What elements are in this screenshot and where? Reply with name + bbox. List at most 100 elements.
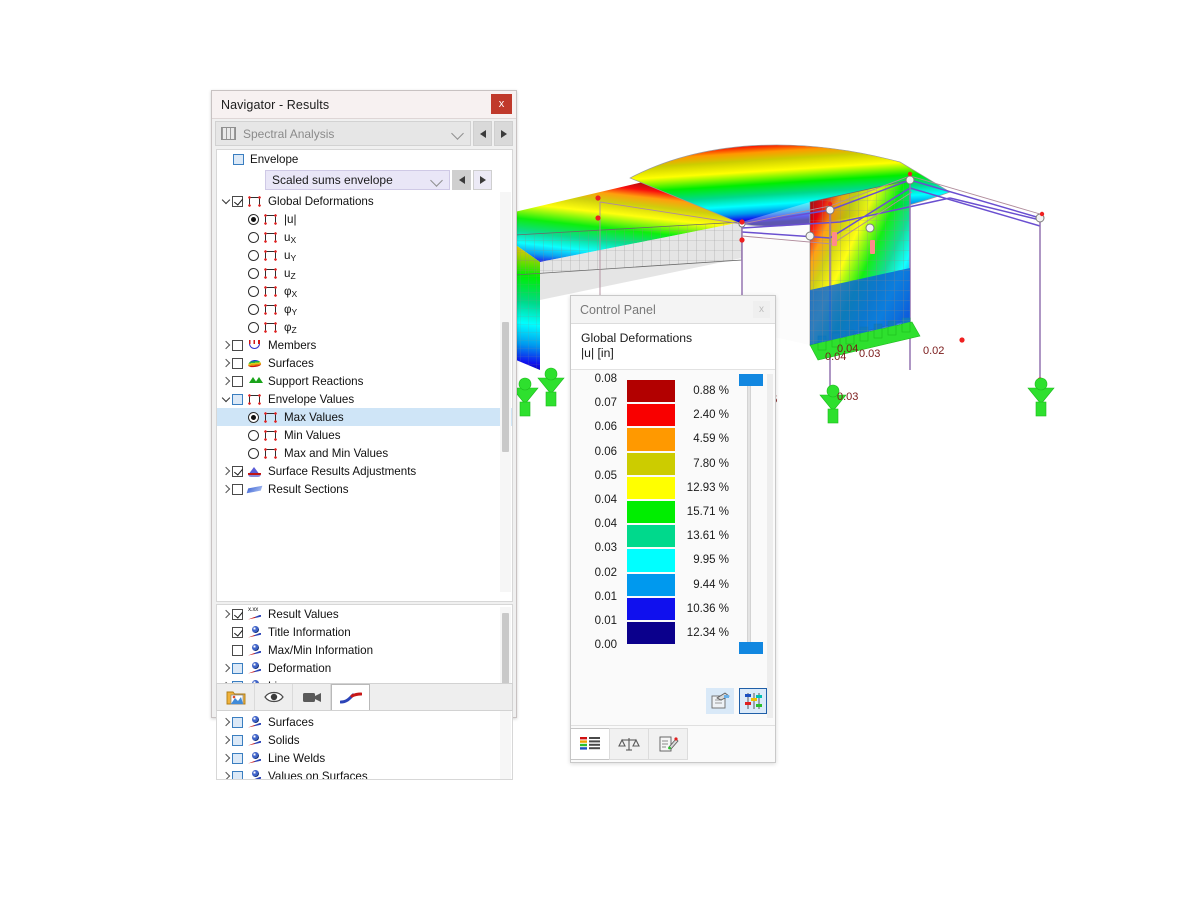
chevron-right-icon[interactable] (219, 713, 232, 731)
display-properties-tab[interactable] (648, 728, 688, 760)
chevron-down-icon[interactable] (451, 127, 464, 140)
tree-row[interactable]: Min Values (217, 426, 512, 444)
legend-color-swatch[interactable] (627, 501, 675, 524)
tree-row[interactable]: Support Reactions (217, 372, 512, 390)
tree-row-checkbox[interactable] (232, 716, 243, 728)
sliders-icon[interactable] (739, 688, 767, 714)
legend-color-swatch[interactable] (627, 404, 675, 427)
previous-case-button[interactable] (473, 121, 492, 146)
tree-row-checkbox[interactable] (232, 734, 243, 746)
control-panel-titlebar[interactable]: Control Panel x (571, 296, 775, 324)
panel-edit-icon[interactable] (706, 688, 734, 714)
chevron-right-icon[interactable] (219, 731, 232, 749)
control-panel-window[interactable]: Control Panel x Global Deformations |u| … (570, 295, 776, 763)
chevron-right-icon[interactable] (219, 605, 232, 623)
results-navigator-tab[interactable] (331, 684, 370, 710)
tree-row[interactable]: Surface Results Adjustments (217, 462, 512, 480)
chevron-right-icon[interactable] (219, 749, 232, 767)
tree-row-checkbox[interactable] (232, 662, 243, 674)
legend-color-swatch[interactable] (627, 597, 675, 620)
tree-row-checkbox[interactable] (232, 375, 243, 387)
legend-color-swatch[interactable] (627, 428, 675, 451)
tree-row[interactable]: uX (217, 228, 512, 246)
tree-row[interactable]: Deformation (217, 659, 512, 677)
chevron-right-icon[interactable] (219, 354, 232, 372)
legend-color-swatch[interactable] (627, 622, 675, 645)
chevron-down-icon[interactable] (430, 174, 443, 187)
load-case-selector-bar[interactable]: Spectral Analysis (215, 121, 513, 146)
tree-row-checkbox[interactable] (232, 626, 243, 638)
tree-scrollbar-thumb[interactable] (502, 322, 509, 452)
render-navigator-tab[interactable] (293, 684, 331, 710)
tree-row[interactable]: uY (217, 246, 512, 264)
tree-row-checkbox[interactable] (232, 465, 243, 477)
chevron-right-icon[interactable] (219, 462, 232, 480)
color-spectrum-tab[interactable] (570, 728, 610, 760)
legend-color-swatch[interactable] (627, 452, 675, 475)
tree-row-envelope[interactable]: Envelope (217, 150, 512, 168)
tree-row-radio[interactable] (248, 267, 259, 279)
tree-row[interactable]: Max Values (217, 408, 512, 426)
tree-row-checkbox[interactable] (232, 393, 243, 405)
load-case-combobox[interactable]: Spectral Analysis (215, 121, 471, 146)
legend-slider-handle-top[interactable] (739, 374, 763, 386)
tree-scrollbar[interactable] (500, 192, 511, 592)
chevron-down-icon[interactable] (219, 192, 232, 210)
tree-row-radio[interactable] (248, 285, 259, 297)
legend-color-swatch[interactable] (627, 380, 675, 403)
close-icon[interactable]: x (753, 301, 770, 318)
tree-row-radio[interactable] (248, 231, 259, 243)
tree-row-radio[interactable] (248, 447, 259, 459)
envelope-checkbox[interactable] (233, 153, 244, 165)
tree-row-radio[interactable] (248, 213, 259, 225)
chevron-right-icon[interactable] (219, 659, 232, 677)
tree-row[interactable]: Envelope Values (217, 390, 512, 408)
legend-slider-track[interactable] (747, 380, 751, 648)
legend-color-swatch[interactable] (627, 525, 675, 548)
control-panel-tabs[interactable] (570, 725, 775, 762)
chevron-right-icon[interactable] (219, 372, 232, 390)
tree-row[interactable]: uZ (217, 264, 512, 282)
tree-row[interactable]: |u| (217, 210, 512, 228)
tree-row[interactable]: Global Deformations (217, 192, 512, 210)
tree-row[interactable]: φX (217, 282, 512, 300)
tree-row[interactable]: Surfaces (217, 354, 512, 372)
tree-row-radio[interactable] (248, 429, 259, 441)
tree-row-checkbox[interactable] (232, 752, 243, 764)
tree-row[interactable]: Title Information (217, 623, 512, 641)
legend-color-swatch[interactable] (627, 549, 675, 572)
tree-row[interactable]: Max/Min Information (217, 641, 512, 659)
chevron-right-icon[interactable] (219, 480, 232, 498)
tree-row[interactable]: x.xx Result Values (217, 605, 512, 623)
tree-row[interactable]: φY (217, 300, 512, 318)
tree-row-clipped[interactable] (217, 498, 512, 510)
tree-row[interactable]: φZ (217, 318, 512, 336)
tree-row-radio[interactable] (248, 321, 259, 333)
navigator-titlebar[interactable]: Navigator - Results x (212, 91, 516, 119)
next-case-button[interactable] (494, 121, 513, 146)
tree-row[interactable]: Solids (217, 731, 512, 749)
color-scale-legend[interactable]: 0.08 0.07 0.06 0.06 0.05 0.04 0.04 0.03 0.02 0.01… (571, 370, 775, 722)
envelope-previous-button[interactable] (452, 170, 471, 190)
tree-row-radio[interactable] (248, 411, 259, 423)
chevron-down-icon[interactable] (219, 390, 232, 408)
tree-row-checkbox[interactable] (232, 770, 243, 779)
legend-color-swatch[interactable] (627, 476, 675, 499)
project-navigator-tab[interactable] (217, 684, 255, 710)
tree-row[interactable]: Result Sections (217, 480, 512, 498)
tree-row[interactable]: Values on Surfaces (217, 767, 512, 779)
legend-slider-handle-bottom[interactable] (739, 642, 763, 654)
tree-row[interactable]: Surfaces (217, 713, 512, 731)
tree-row-checkbox[interactable] (232, 195, 243, 207)
tree-row[interactable]: Members (217, 336, 512, 354)
factors-tab[interactable] (609, 728, 649, 760)
tree-row-checkbox[interactable] (232, 483, 243, 495)
tree-row[interactable]: Max and Min Values (217, 444, 512, 462)
legend-color-swatch[interactable] (627, 573, 675, 596)
tree-row-radio[interactable] (248, 303, 259, 315)
tree-row-checkbox[interactable] (232, 644, 243, 656)
tree-row-checkbox[interactable] (232, 339, 243, 351)
navigator-results-window[interactable]: Navigator - Results x Spectral Analysis … (211, 90, 517, 780)
envelope-combo-row[interactable]: Scaled sums envelope (217, 168, 512, 192)
navigator-tab-bar[interactable] (216, 683, 513, 711)
